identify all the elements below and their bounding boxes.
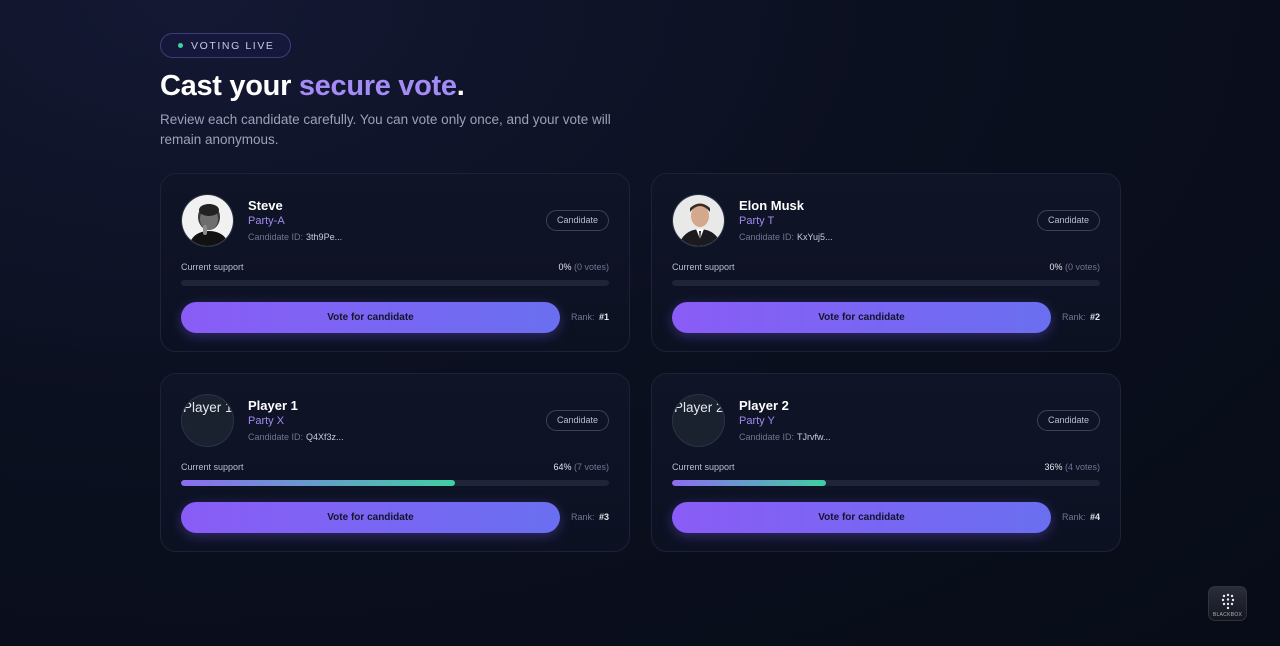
elon-portrait-image bbox=[673, 195, 724, 246]
avatar-alt-text: Player 1 bbox=[183, 399, 233, 417]
candidate-avatar-broken: Player 1 bbox=[181, 394, 234, 447]
support-value: 64% (7 votes) bbox=[553, 462, 609, 472]
badge-label: VOTING LIVE bbox=[191, 39, 275, 52]
support-progress-bar bbox=[181, 480, 609, 486]
vote-button[interactable]: Vote for candidate bbox=[181, 302, 560, 333]
support-percent: 36% bbox=[1044, 462, 1063, 472]
support-label: Current support bbox=[181, 462, 244, 472]
candidate-grid: Steve Party-A Candidate ID: 3th9Pe... Can… bbox=[160, 173, 1121, 552]
candidate-id-label: Candidate ID: bbox=[739, 232, 795, 242]
candidate-id-value: Q4Xf3z... bbox=[306, 432, 344, 442]
candidate-id: Candidate ID: TJrvfw... bbox=[739, 432, 831, 442]
candidate-id-label: Candidate ID: bbox=[248, 432, 304, 442]
candidate-name: Player 2 bbox=[739, 398, 789, 413]
rank-value: #4 bbox=[1089, 512, 1100, 522]
candidate-rank: Rank: #3 bbox=[571, 512, 609, 522]
candidate-avatar-broken: Player 2 bbox=[672, 394, 725, 447]
candidate-tag: Candidate bbox=[545, 210, 609, 231]
support-votes: (4 votes) bbox=[1064, 462, 1100, 472]
support-votes: (0 votes) bbox=[1064, 262, 1100, 272]
candidate-tag: Candidate bbox=[1036, 210, 1100, 231]
candidate-id: Candidate ID: KxYuj5... bbox=[739, 232, 833, 242]
live-dot-icon bbox=[178, 43, 183, 48]
blackbox-label: BLACKBOX bbox=[1212, 612, 1243, 618]
title-end: . bbox=[456, 70, 465, 102]
candidate-id-label: Candidate ID: bbox=[248, 232, 304, 242]
candidate-party: Party-A bbox=[248, 215, 285, 227]
candidate-id: Candidate ID: Q4Xf3z... bbox=[248, 432, 344, 442]
support-percent: 64% bbox=[553, 462, 572, 472]
support-percent: 0% bbox=[1049, 262, 1063, 272]
candidate-id-value: KxYuj5... bbox=[797, 232, 833, 242]
candidate-name: Player 1 bbox=[248, 398, 298, 413]
blackbox-badge[interactable]: BLACKBOX bbox=[1208, 586, 1247, 621]
support-value: 36% (4 votes) bbox=[1044, 462, 1100, 472]
vote-button[interactable]: Vote for candidate bbox=[181, 502, 560, 533]
support-percent: 0% bbox=[558, 262, 572, 272]
candidate-rank: Rank: #2 bbox=[1062, 312, 1100, 322]
candidate-party: Party X bbox=[248, 415, 285, 427]
vote-button[interactable]: Vote for candidate bbox=[672, 502, 1051, 533]
candidate-name: Steve bbox=[248, 198, 283, 213]
page-title: Cast your secure vote. bbox=[160, 68, 1121, 104]
steve-portrait-image bbox=[182, 195, 233, 246]
support-progress-fill bbox=[672, 480, 827, 486]
candidate-party: Party T bbox=[739, 215, 775, 227]
title-main: Cast your bbox=[160, 70, 299, 102]
candidate-rank: Rank: #1 bbox=[571, 312, 609, 322]
avatar-alt-text: Player 2 bbox=[674, 399, 724, 417]
candidate-rank: Rank: #4 bbox=[1062, 512, 1100, 522]
rank-label: Rank: bbox=[1061, 312, 1086, 322]
support-progress-bar bbox=[181, 280, 609, 286]
support-progress-fill bbox=[181, 480, 455, 486]
candidate-party: Party Y bbox=[739, 415, 775, 427]
candidate-tag: Candidate bbox=[545, 410, 609, 431]
support-value: 0% (0 votes) bbox=[558, 262, 609, 272]
rank-value: #3 bbox=[598, 512, 609, 522]
support-progress-bar bbox=[672, 480, 1100, 486]
support-label: Current support bbox=[672, 262, 735, 272]
candidate-card: Elon Musk Party T Candidate ID: KxYuj5...… bbox=[651, 173, 1121, 352]
rank-label: Rank: bbox=[1061, 512, 1086, 522]
candidate-name: Elon Musk bbox=[739, 198, 805, 213]
blackbox-logo-icon bbox=[1221, 593, 1235, 610]
candidate-avatar-steve bbox=[181, 194, 234, 247]
candidate-card: Player 2 Player 2 Party Y Candidate ID: T… bbox=[651, 373, 1121, 552]
support-label: Current support bbox=[181, 262, 244, 272]
candidate-id-value: 3th9Pe... bbox=[306, 232, 343, 242]
candidate-avatar-elon bbox=[672, 194, 725, 247]
voting-live-badge: VOTING LIVE bbox=[160, 33, 291, 58]
support-value: 0% (0 votes) bbox=[1049, 262, 1100, 272]
support-votes: (0 votes) bbox=[573, 262, 609, 272]
vote-button[interactable]: Vote for candidate bbox=[672, 302, 1051, 333]
page-subtitle: Review each candidate carefully. You can… bbox=[160, 112, 611, 147]
support-label: Current support bbox=[672, 462, 735, 472]
candidate-id-value: TJrvfw... bbox=[797, 432, 831, 442]
candidate-card: Player 1 Player 1 Party X Candidate ID: Q… bbox=[160, 373, 630, 552]
voting-page: VOTING LIVE Cast your secure vote. Revie… bbox=[160, 33, 1121, 552]
support-votes: (7 votes) bbox=[573, 462, 609, 472]
candidate-tag: Candidate bbox=[1036, 410, 1100, 431]
rank-value: #2 bbox=[1089, 312, 1100, 322]
candidate-card: Steve Party-A Candidate ID: 3th9Pe... Can… bbox=[160, 173, 630, 352]
title-accent: secure vote bbox=[298, 70, 457, 102]
candidate-id: Candidate ID: 3th9Pe... bbox=[248, 232, 342, 242]
rank-value: #1 bbox=[598, 312, 609, 322]
support-progress-bar bbox=[672, 280, 1100, 286]
candidate-id-label: Candidate ID: bbox=[739, 432, 795, 442]
rank-label: Rank: bbox=[570, 512, 595, 522]
rank-label: Rank: bbox=[570, 312, 595, 322]
